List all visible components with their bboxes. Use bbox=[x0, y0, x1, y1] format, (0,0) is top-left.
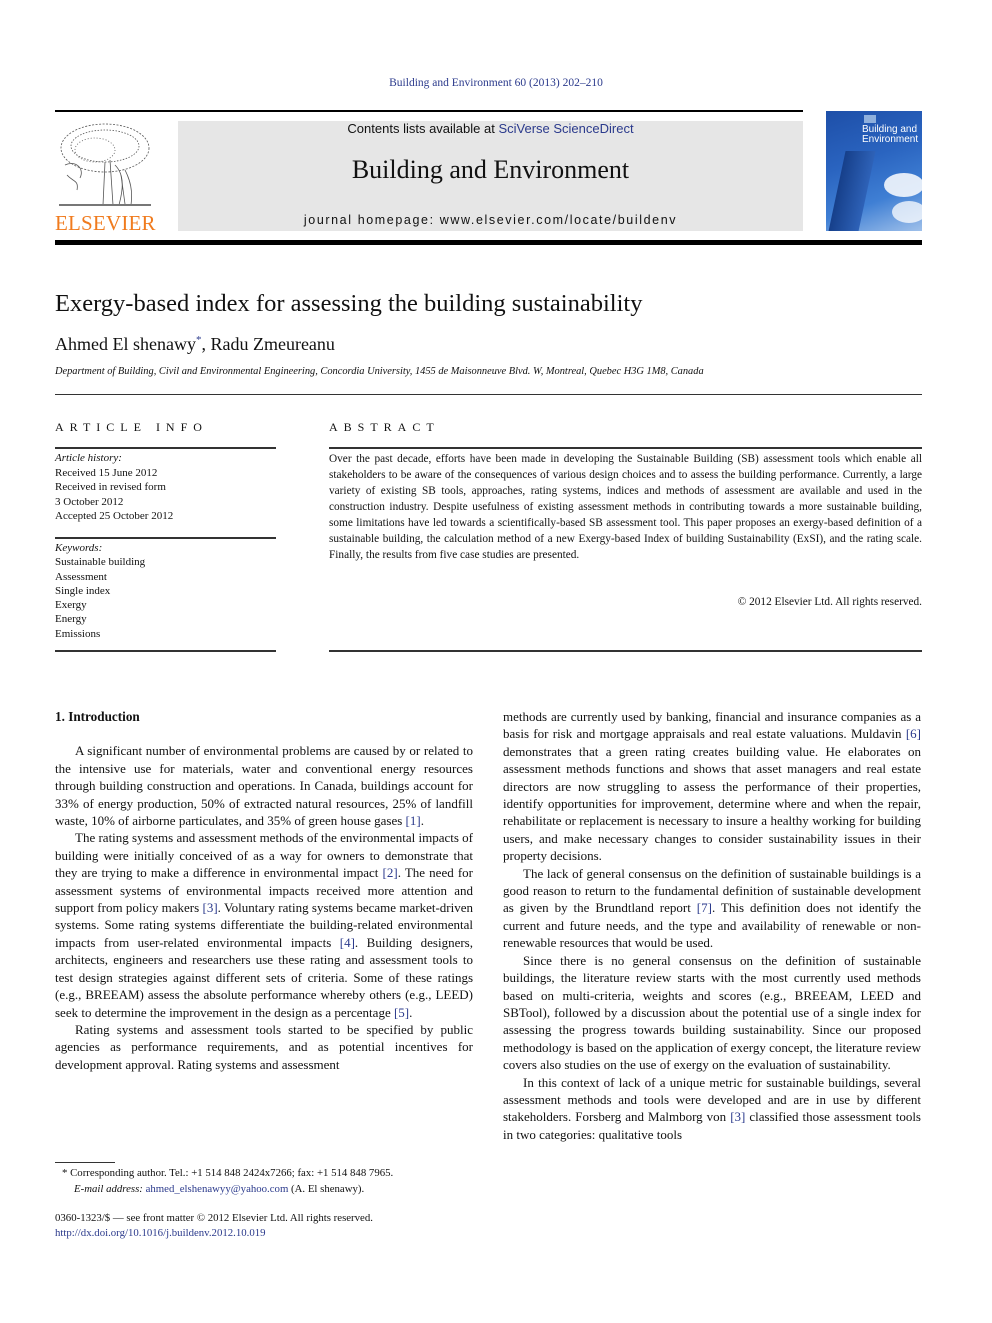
paragraph-text: methods are currently used by banking, f… bbox=[503, 709, 921, 742]
cover-title: Building and Environment bbox=[862, 125, 918, 145]
article-info-heading: ARTICLE INFO bbox=[55, 420, 208, 434]
email-label: E-mail address: bbox=[74, 1183, 146, 1195]
left-paragraphs: A significant number of environmental pr… bbox=[55, 742, 473, 1073]
elsevier-logo[interactable]: ELSEVIER bbox=[55, 120, 156, 235]
journal-homepage[interactable]: journal homepage: www.elsevier.com/locat… bbox=[178, 213, 803, 227]
footnote-rule bbox=[55, 1162, 115, 1163]
corresponding-author-note: Corresponding author. Tel.: +1 514 848 2… bbox=[67, 1167, 394, 1179]
elsevier-wordmark: ELSEVIER bbox=[55, 211, 156, 235]
body-column-left: 1. Introduction A significant number of … bbox=[55, 708, 473, 1073]
body-paragraph: A significant number of environmental pr… bbox=[55, 742, 473, 829]
history-item: 3 October 2012 bbox=[55, 495, 124, 508]
keyword-item: Emissions bbox=[55, 627, 101, 640]
keyword-item: Single index bbox=[55, 584, 111, 597]
keyword-item: Assessment bbox=[55, 570, 107, 583]
article-info-rule bbox=[55, 650, 276, 652]
issn-line: 0360-1323/$ — see front matter © 2012 El… bbox=[55, 1212, 373, 1224]
citation-link[interactable]: [1] bbox=[406, 813, 421, 828]
contents-line: Contents lists available at SciVerse Sci… bbox=[178, 121, 803, 136]
email-link[interactable]: ahmed_elshenawyy@yahoo.com bbox=[146, 1183, 289, 1195]
cover-building-graphic bbox=[826, 151, 876, 231]
abstract-heading: ABSTRACT bbox=[329, 420, 440, 434]
journal-cover-image[interactable]: Building and Environment bbox=[826, 111, 922, 231]
citation-link[interactable]: [6] bbox=[906, 726, 921, 741]
keyword-item: Energy bbox=[55, 613, 87, 626]
affiliation: Department of Building, Civil and Enviro… bbox=[55, 366, 704, 377]
running-head[interactable]: Building and Environment 60 (2013) 202–2… bbox=[0, 77, 992, 89]
cover-cloud-graphic bbox=[884, 173, 922, 197]
history-list: Received 15 June 2012 Received in revised… bbox=[55, 466, 173, 524]
body-paragraph: The lack of general consensus on the def… bbox=[503, 865, 921, 952]
article-info-rule bbox=[55, 447, 276, 449]
right-paragraphs: methods are currently used by banking, f… bbox=[503, 708, 921, 1143]
article-title: Exergy-based index for assessing the bui… bbox=[55, 290, 643, 317]
history-item: Received 15 June 2012 bbox=[55, 466, 158, 479]
author-name[interactable]: Radu Zmeureanu bbox=[210, 334, 334, 354]
abstract-text: Over the past decade, efforts have been … bbox=[329, 453, 922, 561]
paragraph-text: Rating systems and assessment tools star… bbox=[55, 1021, 473, 1072]
citation-link[interactable]: [3] bbox=[202, 900, 217, 915]
journal-name: Building and Environment bbox=[351, 155, 630, 184]
cover-title-line2: Environment bbox=[862, 134, 919, 145]
paragraph-text: . bbox=[409, 1004, 413, 1020]
citation-link[interactable]: [7] bbox=[697, 900, 712, 915]
history-label: Article history: bbox=[55, 452, 122, 464]
citation-link[interactable]: [4] bbox=[340, 935, 355, 950]
footnote: * Corresponding author. Tel.: +1 514 848… bbox=[62, 1165, 482, 1197]
abstract-rule bbox=[329, 447, 922, 449]
paragraph-text: Since there is no general consensus on t… bbox=[503, 952, 921, 1073]
history-item: Received in revised form bbox=[55, 481, 166, 493]
history-item: Accepted 25 October 2012 bbox=[55, 510, 174, 522]
sciencedirect-link[interactable]: SciVerse ScienceDirect bbox=[498, 121, 633, 136]
body-paragraph: Since there is no general consensus on t… bbox=[503, 952, 921, 1074]
body-paragraph: methods are currently used by banking, f… bbox=[503, 708, 921, 865]
paragraph-text: demonstrates that a green rating creates… bbox=[503, 743, 921, 864]
body-paragraph: The rating systems and assessment method… bbox=[55, 829, 473, 1020]
front-matter: 0360-1323/$ — see front matter © 2012 El… bbox=[55, 1211, 373, 1241]
contents-prefix: Contents lists available at bbox=[347, 121, 499, 136]
article-history: Article history: Received 15 June 2012 Re… bbox=[55, 451, 173, 524]
doi-link[interactable]: http://dx.doi.org/10.1016/j.buildenv.201… bbox=[55, 1226, 373, 1241]
abstract-rule bbox=[329, 650, 922, 652]
email-suffix: (A. El shenawy). bbox=[288, 1183, 365, 1195]
section-heading: 1. Introduction bbox=[55, 709, 140, 724]
keyword-list: Sustainable building Assessment Single ind… bbox=[55, 555, 145, 641]
body-column-right: methods are currently used by banking, f… bbox=[503, 708, 921, 1143]
keyword-item: Sustainable building bbox=[55, 556, 146, 569]
author-name[interactable]: Ahmed El shenawy bbox=[55, 334, 196, 354]
keywords-label: Keywords: bbox=[55, 542, 103, 554]
article-info-rule bbox=[55, 537, 276, 539]
title-rule bbox=[55, 394, 922, 395]
keywords: Keywords: Sustainable building Assessment… bbox=[55, 541, 145, 641]
keyword-item: Exergy bbox=[55, 599, 87, 612]
cover-publisher-logo bbox=[864, 115, 876, 123]
masthead-top-rule bbox=[55, 110, 803, 112]
abstract-copyright: © 2012 Elsevier Ltd. All rights reserved… bbox=[737, 596, 922, 608]
author-list: Ahmed El shenawy*, Radu Zmeureanu bbox=[55, 334, 335, 355]
body-paragraph: In this context of lack of a unique metr… bbox=[503, 1074, 921, 1144]
citation-link[interactable]: [2] bbox=[383, 865, 398, 880]
body-paragraph: Rating systems and assessment tools star… bbox=[55, 1021, 473, 1073]
masthead-box: Contents lists available at SciVerse Sci… bbox=[178, 121, 803, 231]
cover-cloud-graphic bbox=[892, 201, 922, 223]
masthead-bottom-rule bbox=[55, 240, 922, 245]
elsevier-tree-icon bbox=[59, 123, 151, 206]
paragraph-text: . bbox=[420, 813, 424, 829]
citation-link[interactable]: [5] bbox=[394, 1005, 409, 1020]
citation-link[interactable]: [3] bbox=[730, 1109, 745, 1124]
